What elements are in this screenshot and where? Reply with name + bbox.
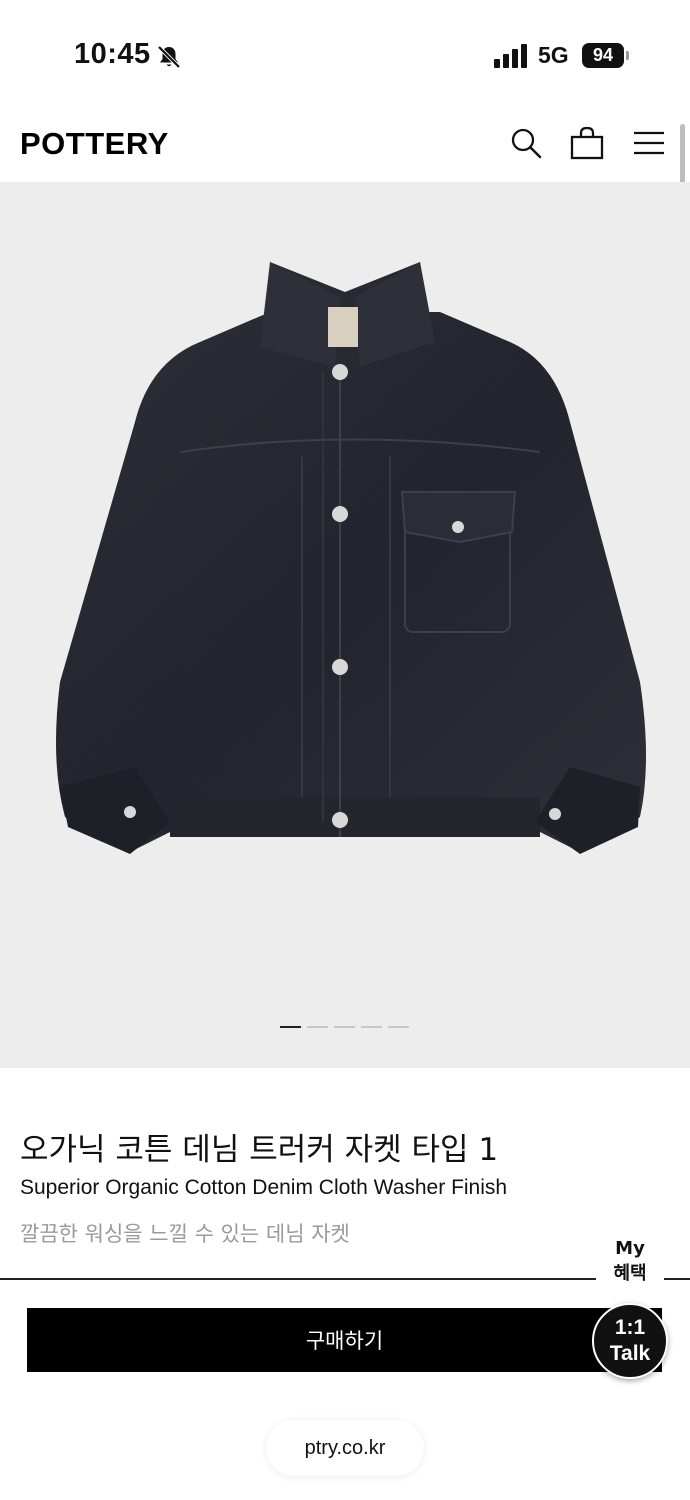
my-benefits-line2: 혜택 xyxy=(613,1263,647,1284)
bell-slash-icon xyxy=(157,45,181,69)
divider xyxy=(0,1278,596,1280)
pagination-dot[interactable] xyxy=(361,1026,382,1028)
network-type: 5G xyxy=(538,42,569,68)
talk-line2: Talk xyxy=(609,1342,651,1365)
battery-icon: 94 xyxy=(582,43,624,68)
talk-line1: 1:1 xyxy=(614,1316,646,1339)
battery-tip xyxy=(626,51,629,60)
talk-button[interactable]: 1:1 Talk xyxy=(592,1303,668,1379)
site-header: POTTERY xyxy=(0,110,690,182)
product-description: 깔끔한 워싱을 느낄 수 있는 데님 자켓 xyxy=(20,1222,350,1246)
signal-bars-icon xyxy=(494,44,527,68)
product-subtitle: Superior Organic Cotton Denim Cloth Wash… xyxy=(20,1176,508,1199)
divider xyxy=(664,1278,690,1280)
shopping-bag-icon[interactable] xyxy=(570,126,604,160)
product-gallery[interactable] xyxy=(0,182,690,1068)
pagination-dot[interactable] xyxy=(334,1026,355,1028)
pagination-dot[interactable] xyxy=(388,1026,409,1028)
hamburger-menu-icon[interactable] xyxy=(632,126,666,160)
buy-button[interactable]: 구매하기 xyxy=(27,1308,662,1372)
status-time: 10:45 xyxy=(74,38,151,70)
my-benefits-link[interactable]: My 혜택 xyxy=(596,1236,664,1286)
my-benefits-line1: My xyxy=(615,1238,645,1259)
search-icon[interactable] xyxy=(509,126,543,160)
site-logo[interactable]: POTTERY xyxy=(20,126,169,162)
gallery-pagination[interactable] xyxy=(280,1026,409,1028)
product-image-jacket[interactable] xyxy=(40,242,660,882)
product-title: 오가닉 코튼 데님 트러커 자켓 타입 1 xyxy=(20,1132,499,1168)
pagination-dot[interactable] xyxy=(280,1026,301,1028)
status-bar: 10:45 5G 94 xyxy=(0,0,690,110)
pagination-dot[interactable] xyxy=(307,1026,328,1028)
browser-url-bar[interactable]: ptry.co.kr xyxy=(266,1420,424,1476)
